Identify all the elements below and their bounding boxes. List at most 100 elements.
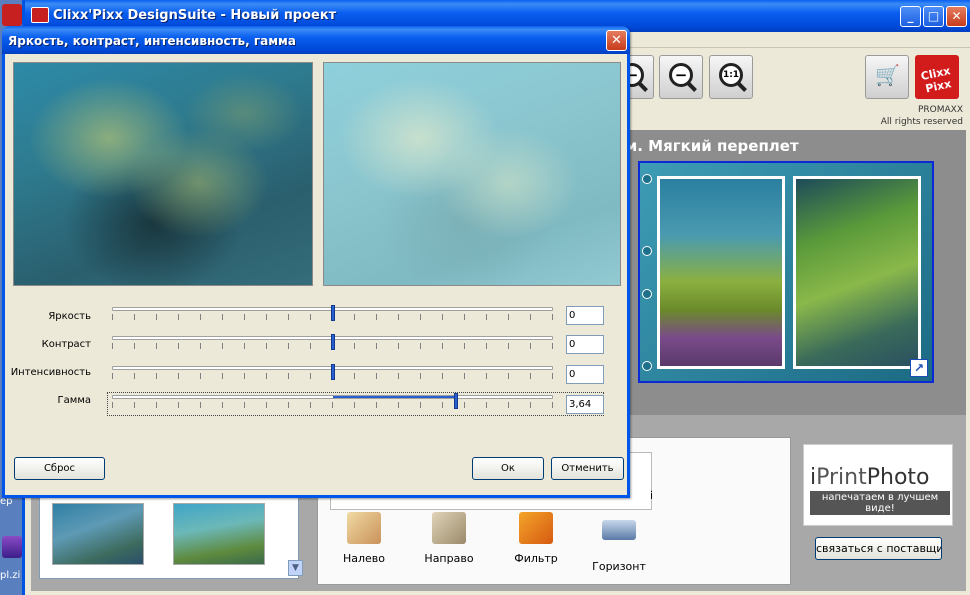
ad-logo-photo: Photo xyxy=(866,465,930,490)
horizon-label: Горизонт xyxy=(592,560,646,573)
slider-tick xyxy=(552,343,553,349)
slider-tick xyxy=(310,314,311,320)
intensity-value[interactable]: 0 xyxy=(566,365,604,384)
rotate-left-icon xyxy=(347,512,381,544)
rotate-right-label: Направо xyxy=(424,552,474,565)
photo-thumbnail[interactable] xyxy=(173,503,265,565)
slider-tick xyxy=(156,402,157,408)
desktop-app-icon[interactable] xyxy=(2,4,22,26)
slider-tick xyxy=(134,402,135,408)
brand-name: PROMAXX xyxy=(917,105,963,115)
slider-tick xyxy=(530,343,531,349)
slider-thumb[interactable] xyxy=(454,393,458,409)
slider-tick xyxy=(310,373,311,379)
slider-tick xyxy=(200,343,201,349)
slider-tick xyxy=(134,343,135,349)
slider-tick xyxy=(156,343,157,349)
filter-label: Фильтр xyxy=(514,552,558,565)
slider-tick xyxy=(222,373,223,379)
zoom-actual-glyph: 1:1 xyxy=(722,70,740,80)
slider-tick xyxy=(244,402,245,408)
intensity-slider[interactable] xyxy=(112,364,553,388)
slider-tick xyxy=(222,402,223,408)
slider-tick xyxy=(200,373,201,379)
horizon-button[interactable]: Горизонт xyxy=(583,512,655,573)
brightness-value[interactable]: 0 xyxy=(566,306,604,325)
slider-tick xyxy=(464,402,465,408)
desktop-label-2: pl.zi xyxy=(0,570,21,581)
slider-tick xyxy=(354,314,355,320)
spread-photo-right[interactable] xyxy=(793,176,921,369)
cart-button[interactable]: 🛒 xyxy=(865,55,909,99)
slider-tick xyxy=(420,343,421,349)
slider-tick xyxy=(112,343,113,349)
slider-tick xyxy=(508,343,509,349)
cancel-button[interactable]: Отменить xyxy=(551,457,624,480)
clixx-pixx-logo[interactable]: Clixx Pixx xyxy=(915,55,959,99)
slider-tick xyxy=(486,402,487,408)
spread-handle[interactable] xyxy=(642,174,652,184)
slider-tick xyxy=(222,343,223,349)
slider-tick xyxy=(244,314,245,320)
slider-tick xyxy=(508,373,509,379)
maximize-button[interactable]: □ xyxy=(923,6,944,27)
resize-arrow-icon[interactable]: ↗ xyxy=(910,359,928,377)
slider-tick xyxy=(464,373,465,379)
zoom-actual-size-button[interactable]: 1:1 xyxy=(709,55,753,99)
slider-thumb[interactable] xyxy=(331,334,335,350)
rotate-left-label: Налево xyxy=(342,552,386,565)
slider-tick xyxy=(288,373,289,379)
desktop-archive-icon[interactable] xyxy=(2,536,22,558)
gamma-value[interactable]: 3,64 xyxy=(566,395,604,414)
adjust-dialog: Яркость, контраст, интенсивность, гамма … xyxy=(2,26,630,498)
product-title: м. Мягкий переплет xyxy=(625,137,799,155)
rotate-right-button[interactable]: Направо xyxy=(413,512,485,565)
slider-tick xyxy=(178,373,179,379)
rotate-left-button[interactable]: Налево xyxy=(328,512,400,565)
slider-thumb[interactable] xyxy=(331,305,335,321)
contrast-label: Контраст xyxy=(41,339,91,350)
slider-thumb[interactable] xyxy=(331,364,335,380)
slider-tick xyxy=(178,314,179,320)
zoom-out-button[interactable]: − xyxy=(659,55,703,99)
minimize-button[interactable]: _ xyxy=(900,6,921,27)
spread-photo-left[interactable] xyxy=(657,176,785,369)
rotate-right-icon xyxy=(432,512,466,544)
contrast-slider[interactable] xyxy=(112,334,553,358)
slider-tick xyxy=(310,402,311,408)
slider-tick xyxy=(530,402,531,408)
slider-tick xyxy=(200,314,201,320)
dialog-titlebar[interactable]: Яркость, контраст, интенсивность, гамма … xyxy=(2,26,630,54)
slider-tick xyxy=(310,343,311,349)
reset-button[interactable]: Сброс xyxy=(14,457,105,480)
slider-tick xyxy=(530,314,531,320)
dialog-close-button[interactable]: ✕ xyxy=(606,30,627,51)
horizon-icon xyxy=(602,520,636,540)
close-button[interactable]: ✕ xyxy=(946,6,967,27)
slider-tick xyxy=(134,314,135,320)
slider-tick xyxy=(486,343,487,349)
preview-original xyxy=(13,62,313,286)
thumbnail-panel xyxy=(39,497,299,579)
slider-tick xyxy=(288,343,289,349)
spread-handle[interactable] xyxy=(642,289,652,299)
slider-tick xyxy=(508,314,509,320)
gamma-label: Гамма xyxy=(57,395,91,406)
intensity-label: Интенсивность xyxy=(10,367,91,378)
album-spread[interactable]: ↗ xyxy=(638,161,934,383)
slider-tick xyxy=(266,402,267,408)
spread-handle[interactable] xyxy=(642,246,652,256)
spread-handle[interactable] xyxy=(642,361,652,371)
photo-thumbnail[interactable] xyxy=(52,503,144,565)
ok-button[interactable]: Ок xyxy=(472,457,544,480)
contrast-value[interactable]: 0 xyxy=(566,335,604,354)
scroll-down-button[interactable]: ▼ xyxy=(288,560,303,576)
contact-supplier-button[interactable]: связаться с поставщиком xyxy=(815,537,942,560)
slider-tick xyxy=(376,373,377,379)
filter-button[interactable]: Фильтр xyxy=(500,512,572,565)
brightness-slider[interactable] xyxy=(112,305,553,329)
slider-tick xyxy=(552,373,553,379)
gamma-slider[interactable] xyxy=(112,393,553,417)
iprintphoto-ad[interactable]: iPrintPhoto напечатаем в лучшем виде! xyxy=(803,444,953,526)
slider-tick xyxy=(112,314,113,320)
